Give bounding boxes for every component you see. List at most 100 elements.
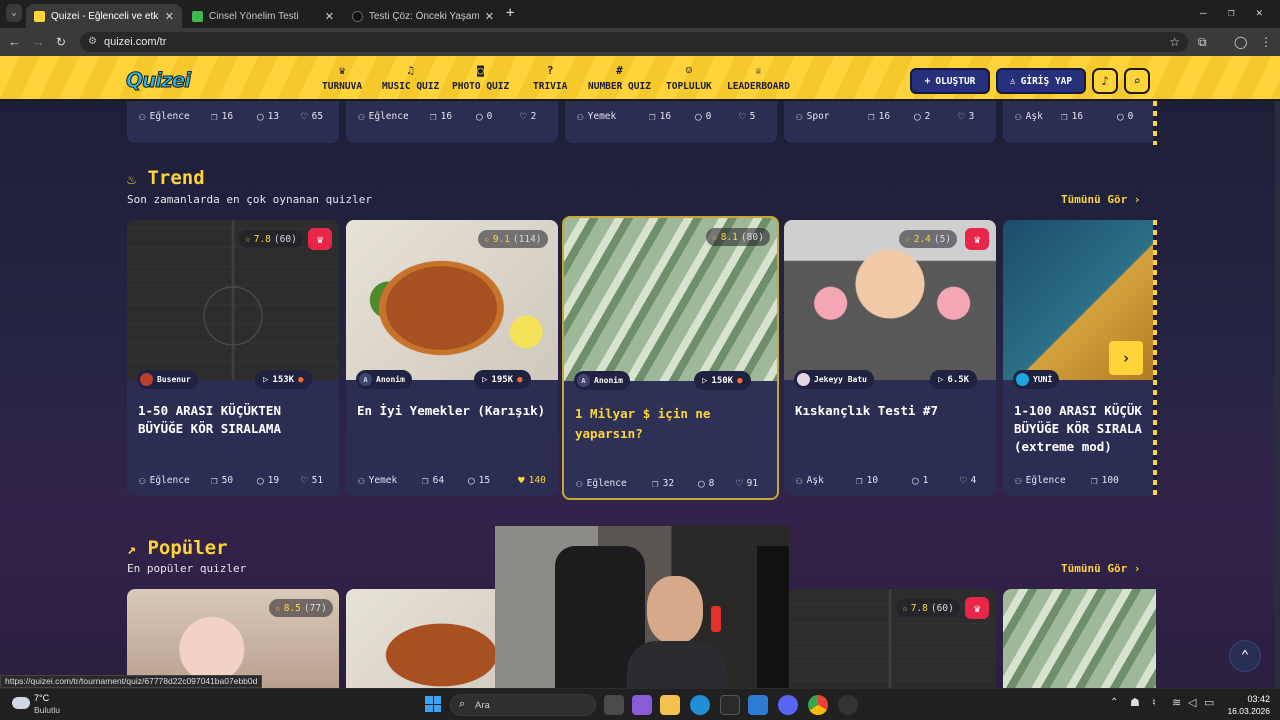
microphone-icon[interactable]: ♮ bbox=[1152, 696, 1156, 709]
quiz-card[interactable] bbox=[1003, 589, 1156, 688]
file-explorer-icon[interactable] bbox=[660, 695, 680, 715]
quiz-card[interactable]: ☆ 8.5 (77) bbox=[127, 589, 339, 688]
rating-count: (60) bbox=[273, 233, 297, 245]
quiz-card[interactable]: ⚇ Spor ❐ 16 ◯ 2 ♡ 3 bbox=[784, 101, 996, 143]
close-tab-icon[interactable]: ✕ bbox=[325, 10, 334, 23]
url-field[interactable]: ⚙ quizei.com/tr ☆ bbox=[80, 32, 1188, 52]
bookmark-star-icon[interactable]: ☆ bbox=[1169, 32, 1180, 52]
quizei-logo[interactable]: Quizei bbox=[125, 68, 191, 93]
scrollbar-track[interactable] bbox=[1275, 101, 1280, 688]
nav-turnuva[interactable]: ♛ TURNUVA bbox=[322, 64, 362, 92]
speaker-icon[interactable]: ◁ bbox=[1188, 696, 1196, 709]
trending-up-icon: ↗ bbox=[127, 540, 137, 558]
question-count: 32 bbox=[662, 478, 675, 489]
avatar: A bbox=[359, 373, 372, 386]
card-stats: ⚇ Eğlence ❐ 16 ◯ 13 ♡ 65 bbox=[139, 110, 339, 123]
quiz-card-hovered[interactable]: ☆ 8.1 (80) A Anonim ▷ 150K ● 1 Milyar $ için … bbox=[562, 216, 779, 500]
taskbar-search-field[interactable]: ⌕ Ara bbox=[450, 694, 596, 716]
back-icon[interactable]: ← bbox=[8, 34, 21, 50]
site-info-icon[interactable]: ⚙ bbox=[88, 32, 97, 52]
scroll-to-top-button[interactable]: ⌃ bbox=[1229, 640, 1261, 672]
author-badge[interactable]: YUNİ bbox=[1013, 370, 1060, 389]
nav-topluluk[interactable]: ☺ TOPLULUK bbox=[666, 64, 712, 92]
questions-icon: ❐ bbox=[211, 110, 218, 123]
quiz-card[interactable]: ⚇ Yemek ❐ 16 ◯ 0 ♡ 5 bbox=[565, 101, 777, 143]
crown-icon: ♛ bbox=[965, 597, 989, 619]
author-badge[interactable]: Busenur bbox=[137, 370, 198, 389]
quiz-card[interactable]: ☆ 9.1 (114) A Anonim ▷ 195K ● En İyi Yemekler… bbox=[346, 220, 558, 496]
nav-label: TRIVIA bbox=[533, 81, 568, 92]
extensions-icon[interactable]: ⧉ bbox=[1198, 34, 1207, 50]
nav-number-quiz[interactable]: # NUMBER QUIZ bbox=[588, 64, 651, 92]
nav-trivia[interactable]: ? TRIVIA bbox=[533, 64, 567, 92]
quiz-card[interactable]: ☆ 7.8 (60) ♛ Busenur ▷ 153K ● 1-50 ARASI KÜÇ… bbox=[127, 220, 339, 496]
card-title: 1-50 ARASI KÜÇÜKTEN BÜYÜĞE KÖR SIRALAMA bbox=[138, 403, 281, 436]
tab-cinsel[interactable]: Cinsel Yönelim Testi ✕ bbox=[184, 4, 342, 28]
chrome-icon[interactable] bbox=[808, 695, 828, 715]
like-count: 4 bbox=[970, 475, 977, 486]
quiz-card[interactable]: ⚇ Eğlence ❐ 16 ◯ 0 ♡ 2 bbox=[346, 101, 558, 143]
forward-icon[interactable]: → bbox=[32, 34, 45, 50]
minimize-icon[interactable]: — bbox=[1200, 5, 1207, 21]
discord-icon[interactable] bbox=[778, 695, 798, 715]
create-button[interactable]: + OLUŞTUR bbox=[910, 68, 990, 94]
profile-icon[interactable]: ◯ bbox=[1234, 34, 1247, 50]
rating-badge: ☆ 9.1 (114) bbox=[478, 230, 548, 248]
crown-icon: ♛ bbox=[965, 228, 989, 250]
mail-icon[interactable] bbox=[748, 695, 768, 715]
menu-icon[interactable]: ⋮ bbox=[1260, 34, 1272, 50]
trend-see-all-link[interactable]: Tümünü Gör › bbox=[1061, 193, 1140, 206]
carousel-next-button[interactable]: › bbox=[1109, 341, 1143, 375]
app-icon[interactable] bbox=[838, 695, 858, 715]
quiz-card[interactable]: ☆ 7.8 (60) ♛ bbox=[784, 589, 996, 688]
popular-heading: ↗ Popüler bbox=[127, 537, 228, 559]
store-icon[interactable] bbox=[720, 695, 740, 715]
nav-leaderboard[interactable]: ♕ LEADERBOARD bbox=[727, 64, 790, 92]
popular-see-all-link[interactable]: Tümünü Gör › bbox=[1061, 562, 1140, 575]
reload-icon[interactable]: ↻ bbox=[56, 34, 66, 50]
notification-bell-icon[interactable]: ♪ bbox=[1092, 68, 1118, 94]
play-icon: ▷ bbox=[702, 375, 708, 386]
cloud-weather-icon[interactable] bbox=[12, 697, 30, 709]
app-icon[interactable] bbox=[632, 695, 652, 715]
quiz-card[interactable]: ⚇ Aşk ❐ 16 ◯ 0 bbox=[1003, 101, 1156, 143]
tray-app-icon[interactable]: ☗ bbox=[1130, 696, 1140, 709]
close-tab-icon[interactable]: ✕ bbox=[165, 10, 174, 23]
url-text: quizei.com/tr bbox=[104, 36, 167, 48]
comment-count: 0 bbox=[486, 111, 493, 122]
tray-chevron-icon[interactable]: ⌃ bbox=[1110, 697, 1118, 708]
clock-date[interactable]: 16.03.2026 bbox=[1220, 706, 1270, 716]
author-badge[interactable]: Jekeyy Batu bbox=[794, 370, 874, 389]
user-icon: ♙ bbox=[1009, 75, 1016, 87]
new-tab-button[interactable]: + bbox=[506, 5, 514, 21]
close-window-icon[interactable]: ✕ bbox=[1256, 5, 1263, 21]
login-button[interactable]: ♙ GİRİŞ YAP bbox=[996, 68, 1086, 94]
heart-icon: ♡ bbox=[301, 110, 308, 123]
comment-icon: ◯ bbox=[914, 110, 921, 123]
battery-icon[interactable]: ▭ bbox=[1204, 696, 1214, 709]
clock-time[interactable]: 03:42 bbox=[1226, 694, 1270, 704]
quiz-card[interactable]: ☆ 2.4 (5) ♛ Jekeyy Batu ▷ 6.5K Kıskançlık T… bbox=[784, 220, 996, 496]
rating-count: (114) bbox=[512, 233, 542, 245]
author-badge[interactable]: A Anonim bbox=[356, 370, 412, 389]
windows-start-icon[interactable] bbox=[425, 696, 441, 712]
close-tab-icon[interactable]: ✕ bbox=[485, 10, 494, 23]
search-icon[interactable]: ⌕ bbox=[1124, 68, 1150, 94]
tab-search-icon[interactable]: ⌄ bbox=[6, 4, 22, 22]
maximize-icon[interactable]: ❐ bbox=[1228, 5, 1235, 21]
wifi-icon[interactable]: ≋ bbox=[1172, 696, 1181, 709]
quiz-card[interactable]: ⚇ Eğlence ❐ 16 ◯ 13 ♡ 65 bbox=[127, 101, 339, 143]
nav-photo-quiz[interactable]: ◙ PHOTO QUIZ bbox=[452, 64, 509, 92]
edge-icon[interactable] bbox=[690, 695, 710, 715]
tab-title: Quizei - Eğlenceli ve etkileşimli bbox=[51, 10, 159, 22]
nav-music-quiz[interactable]: ♫ MUSIC QUIZ bbox=[382, 64, 439, 92]
questions-icon: ❐ bbox=[1061, 110, 1068, 123]
tab-testi-coz[interactable]: Testi Çöz: Önceki Yaşamındaki ✕ bbox=[344, 4, 502, 28]
author-badge[interactable]: A Anonim bbox=[574, 371, 630, 390]
task-view-icon[interactable] bbox=[604, 695, 624, 715]
tab-quizei[interactable]: Quizei - Eğlenceli ve etkileşimli ✕ bbox=[26, 4, 182, 28]
site-favicon-icon bbox=[352, 10, 363, 22]
heart-icon: ♡ bbox=[301, 474, 308, 487]
like-count: 5 bbox=[749, 111, 756, 122]
rating-value: 9.1 bbox=[492, 233, 510, 245]
